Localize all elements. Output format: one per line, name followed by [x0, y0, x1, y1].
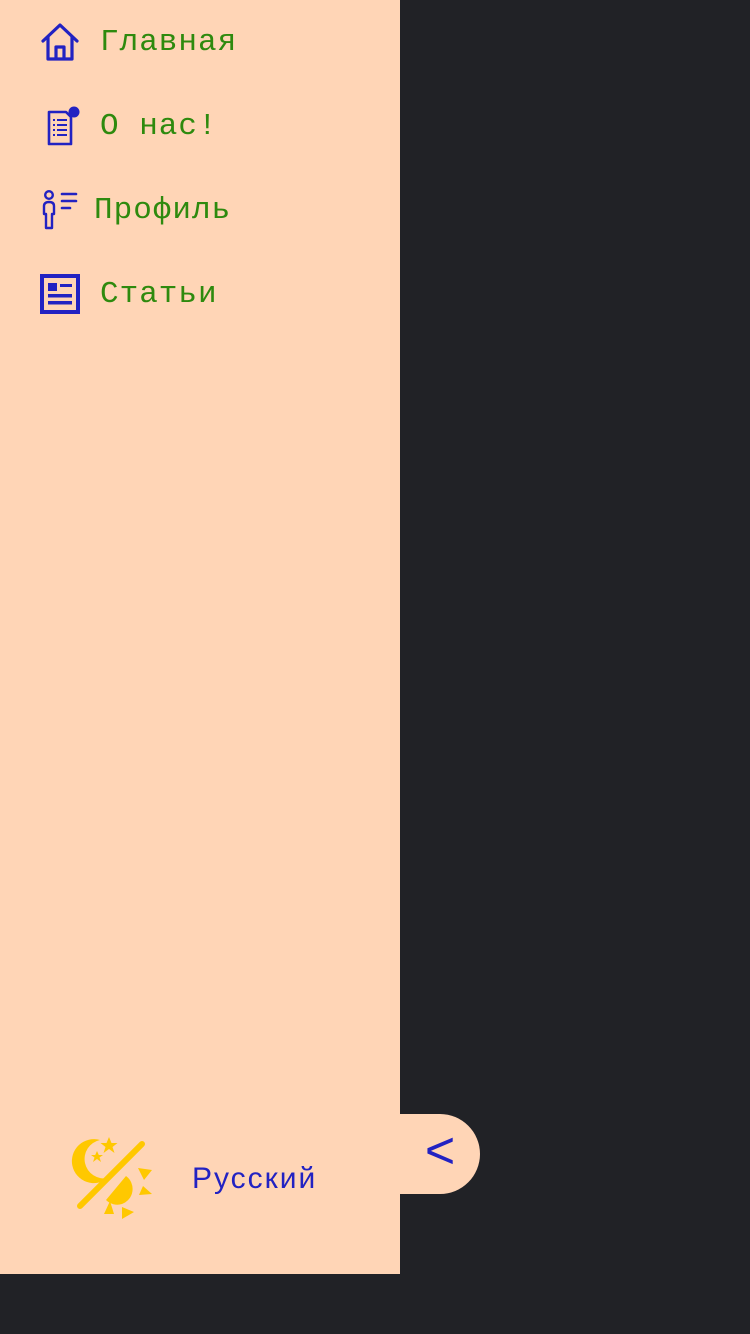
profile-icon	[36, 186, 84, 234]
sidebar-item-label: Профиль	[94, 192, 232, 228]
sidebar-item-articles[interactable]: Статьи	[36, 270, 218, 318]
sidebar-item-label: Главная	[100, 24, 238, 60]
sidebar-item-home[interactable]: Главная	[36, 18, 237, 66]
theme-switch-button[interactable]	[68, 1134, 158, 1224]
sidebar-item-profile[interactable]: Профиль	[36, 186, 231, 234]
language-toggle-button[interactable]: Русский	[192, 1162, 317, 1196]
about-document-icon	[36, 102, 84, 150]
articles-icon	[36, 270, 84, 318]
sidebar-item-label: О нас!	[100, 108, 218, 144]
chevron-left-icon: <	[424, 1122, 456, 1180]
theme-switch-icon	[71, 1137, 152, 1219]
collapse-sidebar-button[interactable]: <	[400, 1114, 480, 1194]
sidebar-item-about[interactable]: О нас!	[36, 102, 218, 150]
sidebar-item-label: Статьи	[100, 276, 218, 312]
home-icon	[36, 18, 84, 66]
sidebar: Главная О нас! Профиль Статьи Русский	[0, 0, 400, 1274]
